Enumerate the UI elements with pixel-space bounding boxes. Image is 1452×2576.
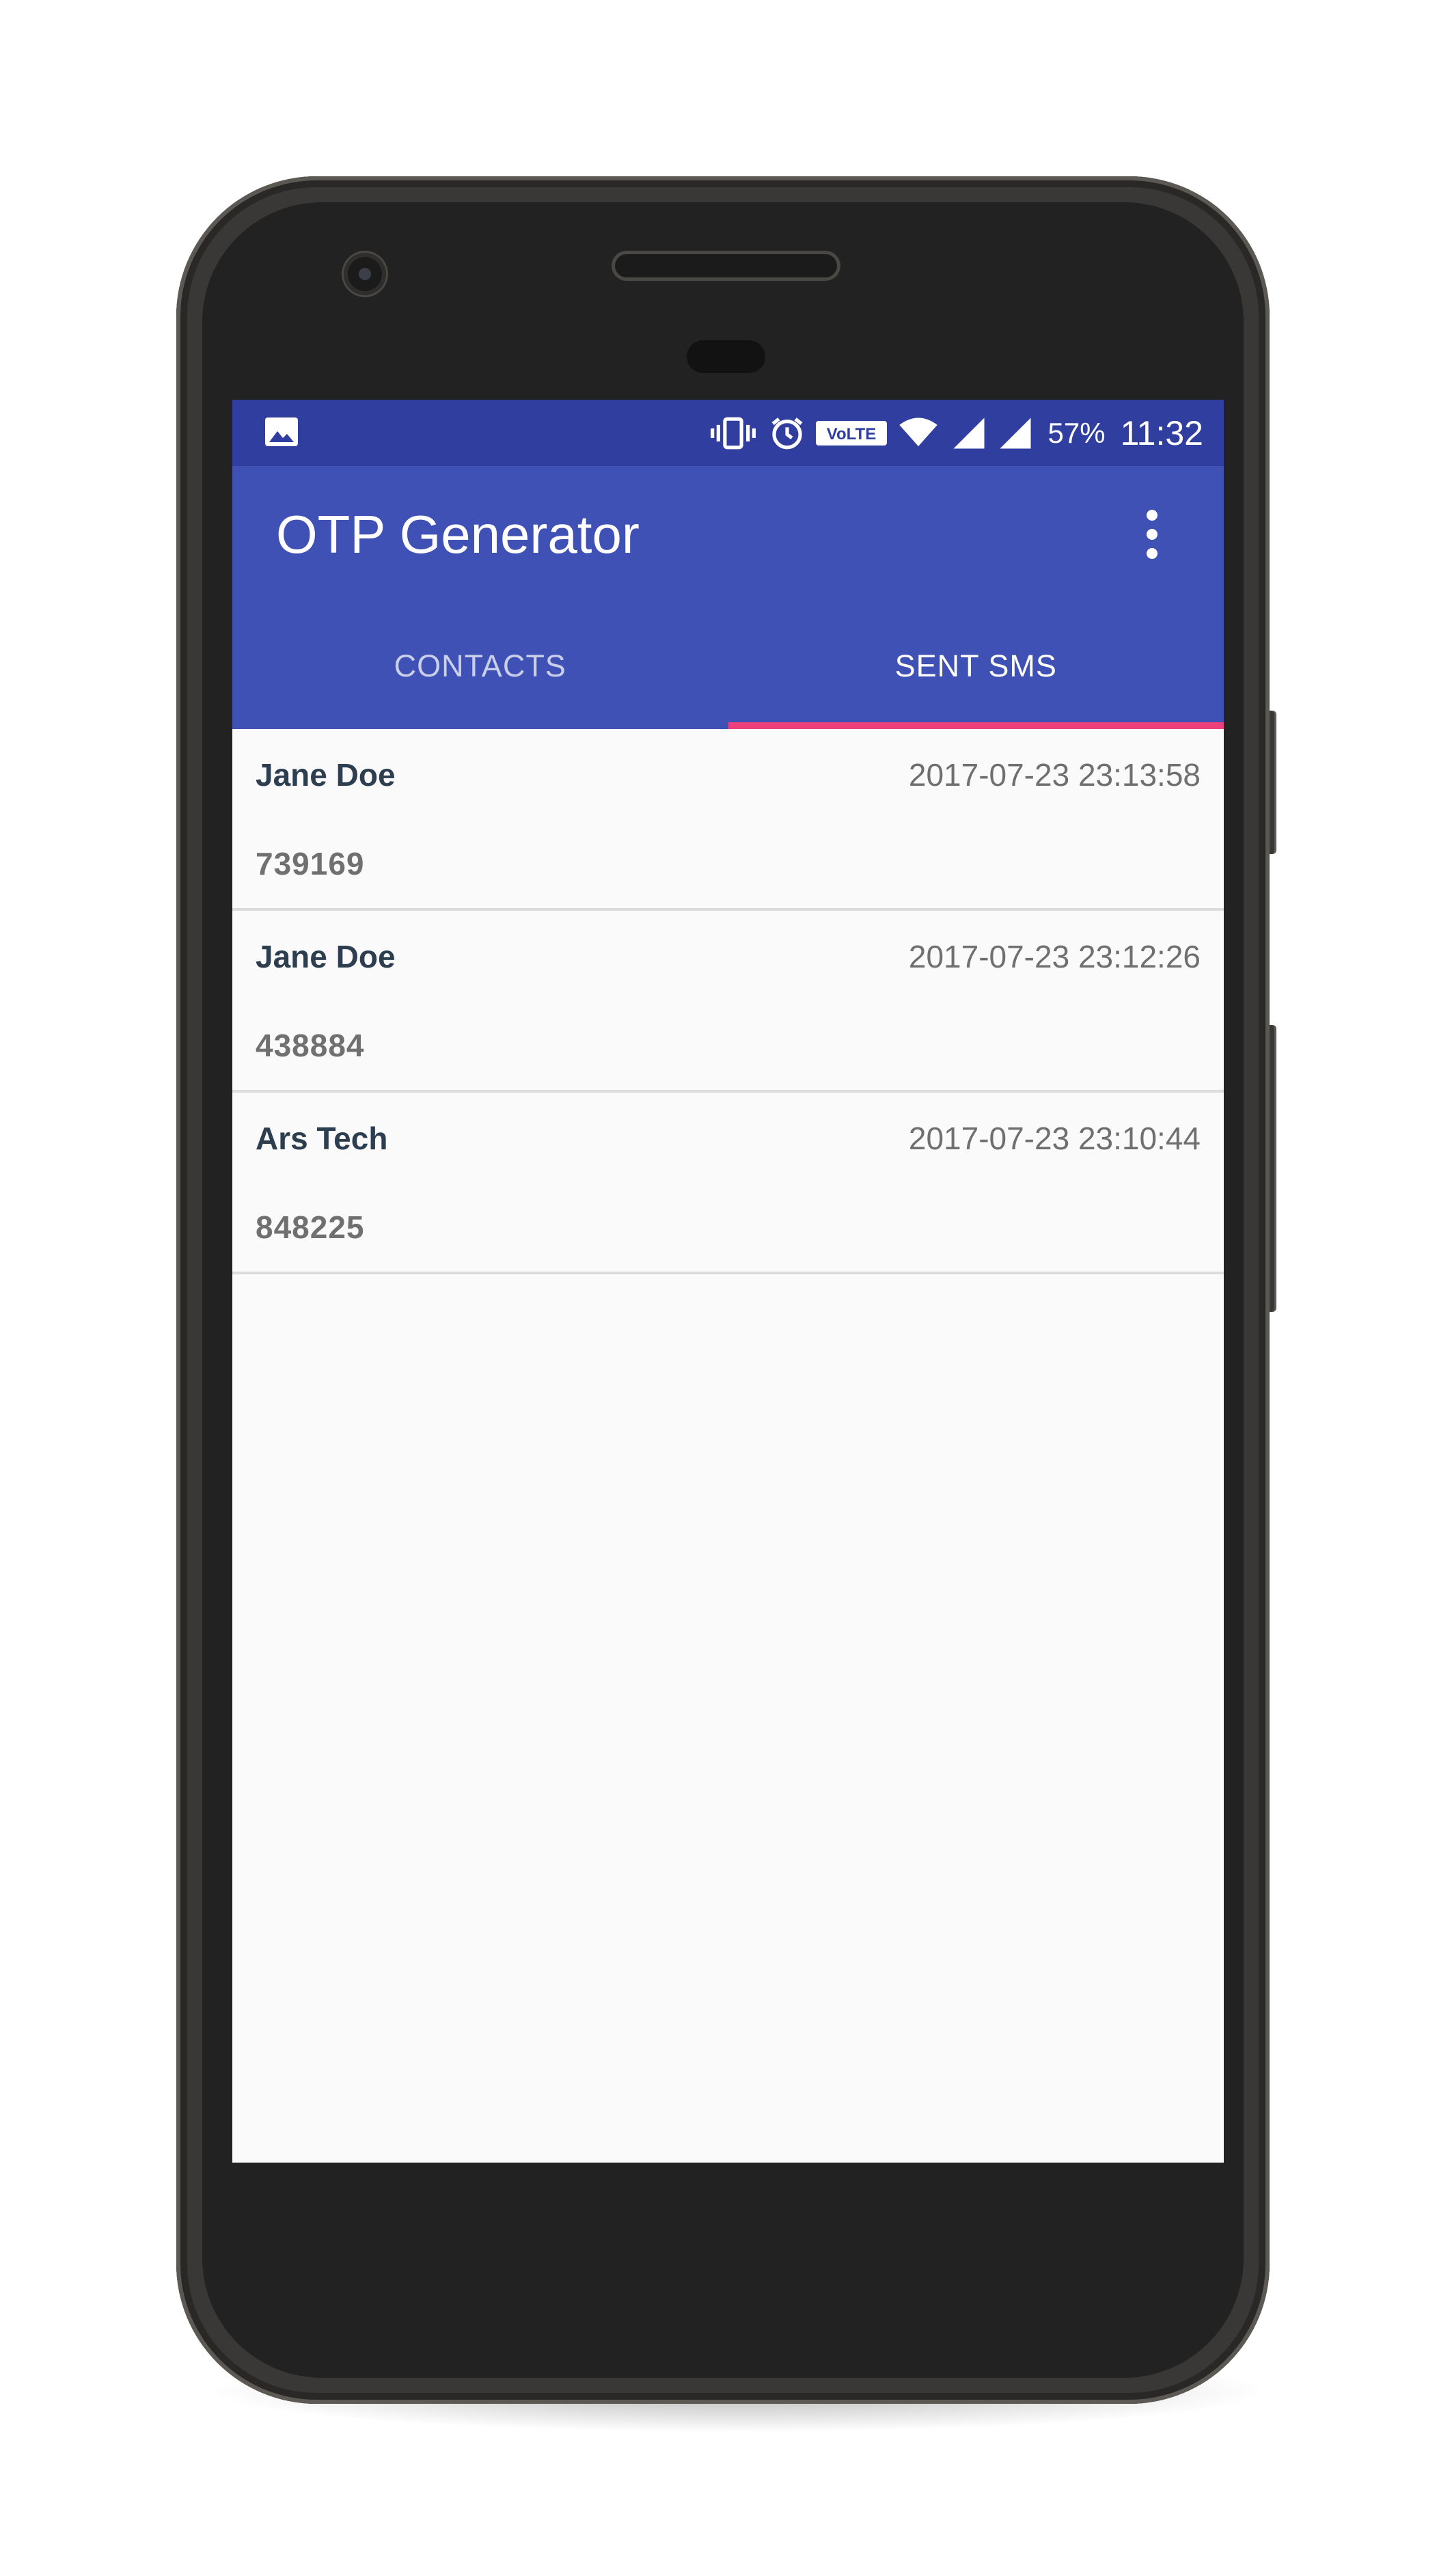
otp-code: 438884 [256,1028,365,1063]
screen: VoLTE 57% 11:32 OTP Generator CONTACTS S… [232,400,1224,2163]
more-vert-icon[interactable] [1121,504,1183,565]
list-item[interactable]: Jane Doe 2017-07-23 23:12:26 438884 [232,911,1224,1093]
menu-dot [1147,548,1158,559]
tab-contacts[interactable]: CONTACTS [232,603,728,729]
signal-icon [999,417,1031,449]
timestamp: 2017-07-23 23:13:58 [908,757,1201,793]
list-item[interactable]: Ars Tech 2017-07-23 23:10:44 848225 [232,1093,1224,1274]
menu-dot [1147,510,1158,521]
otp-code: 739169 [256,846,365,881]
alarm-icon [771,417,802,449]
timestamp: 2017-07-23 23:12:26 [908,939,1201,974]
earpiece-speaker [615,254,837,277]
vibrate-icon [710,417,756,449]
status-icons: VoLTE 57% 11:32 [708,400,1203,466]
volte-label: VoLTE [826,425,875,443]
contact-name: Jane Doe [256,757,396,793]
tab-bar: CONTACTS SENT SMS [232,603,1224,729]
tab-indicator [728,722,1224,729]
proximity-sensor [687,340,765,373]
status-time: 11:32 [1120,413,1203,452]
tab-contacts-label: CONTACTS [394,648,566,683]
volte-icon: VoLTE [815,420,887,446]
sent-sms-list: Jane Doe 2017-07-23 23:13:58 739169 Jane… [232,729,1224,1274]
tab-sent-sms-label: SENT SMS [894,648,1057,683]
otp-code: 848225 [256,1209,365,1245]
app-bar: OTP Generator [232,466,1224,603]
stage: VoLTE 57% 11:32 OTP Generator CONTACTS S… [0,0,1452,2576]
list-item[interactable]: Jane Doe 2017-07-23 23:13:58 739169 [232,729,1224,911]
contact-name: Jane Doe [256,939,396,974]
tab-sent-sms[interactable]: SENT SMS [728,603,1224,729]
timestamp: 2017-07-23 23:10:44 [908,1121,1201,1156]
app-title: OTP Generator [276,504,640,564]
menu-dot [1147,529,1158,540]
image-icon [265,417,298,446]
front-camera [344,253,386,295]
contact-name: Ars Tech [256,1121,388,1156]
signal-icon [953,417,985,449]
battery-percent: 57% [1047,416,1106,449]
status-bar: VoLTE 57% 11:32 [232,400,1224,466]
wifi-icon [899,417,937,446]
